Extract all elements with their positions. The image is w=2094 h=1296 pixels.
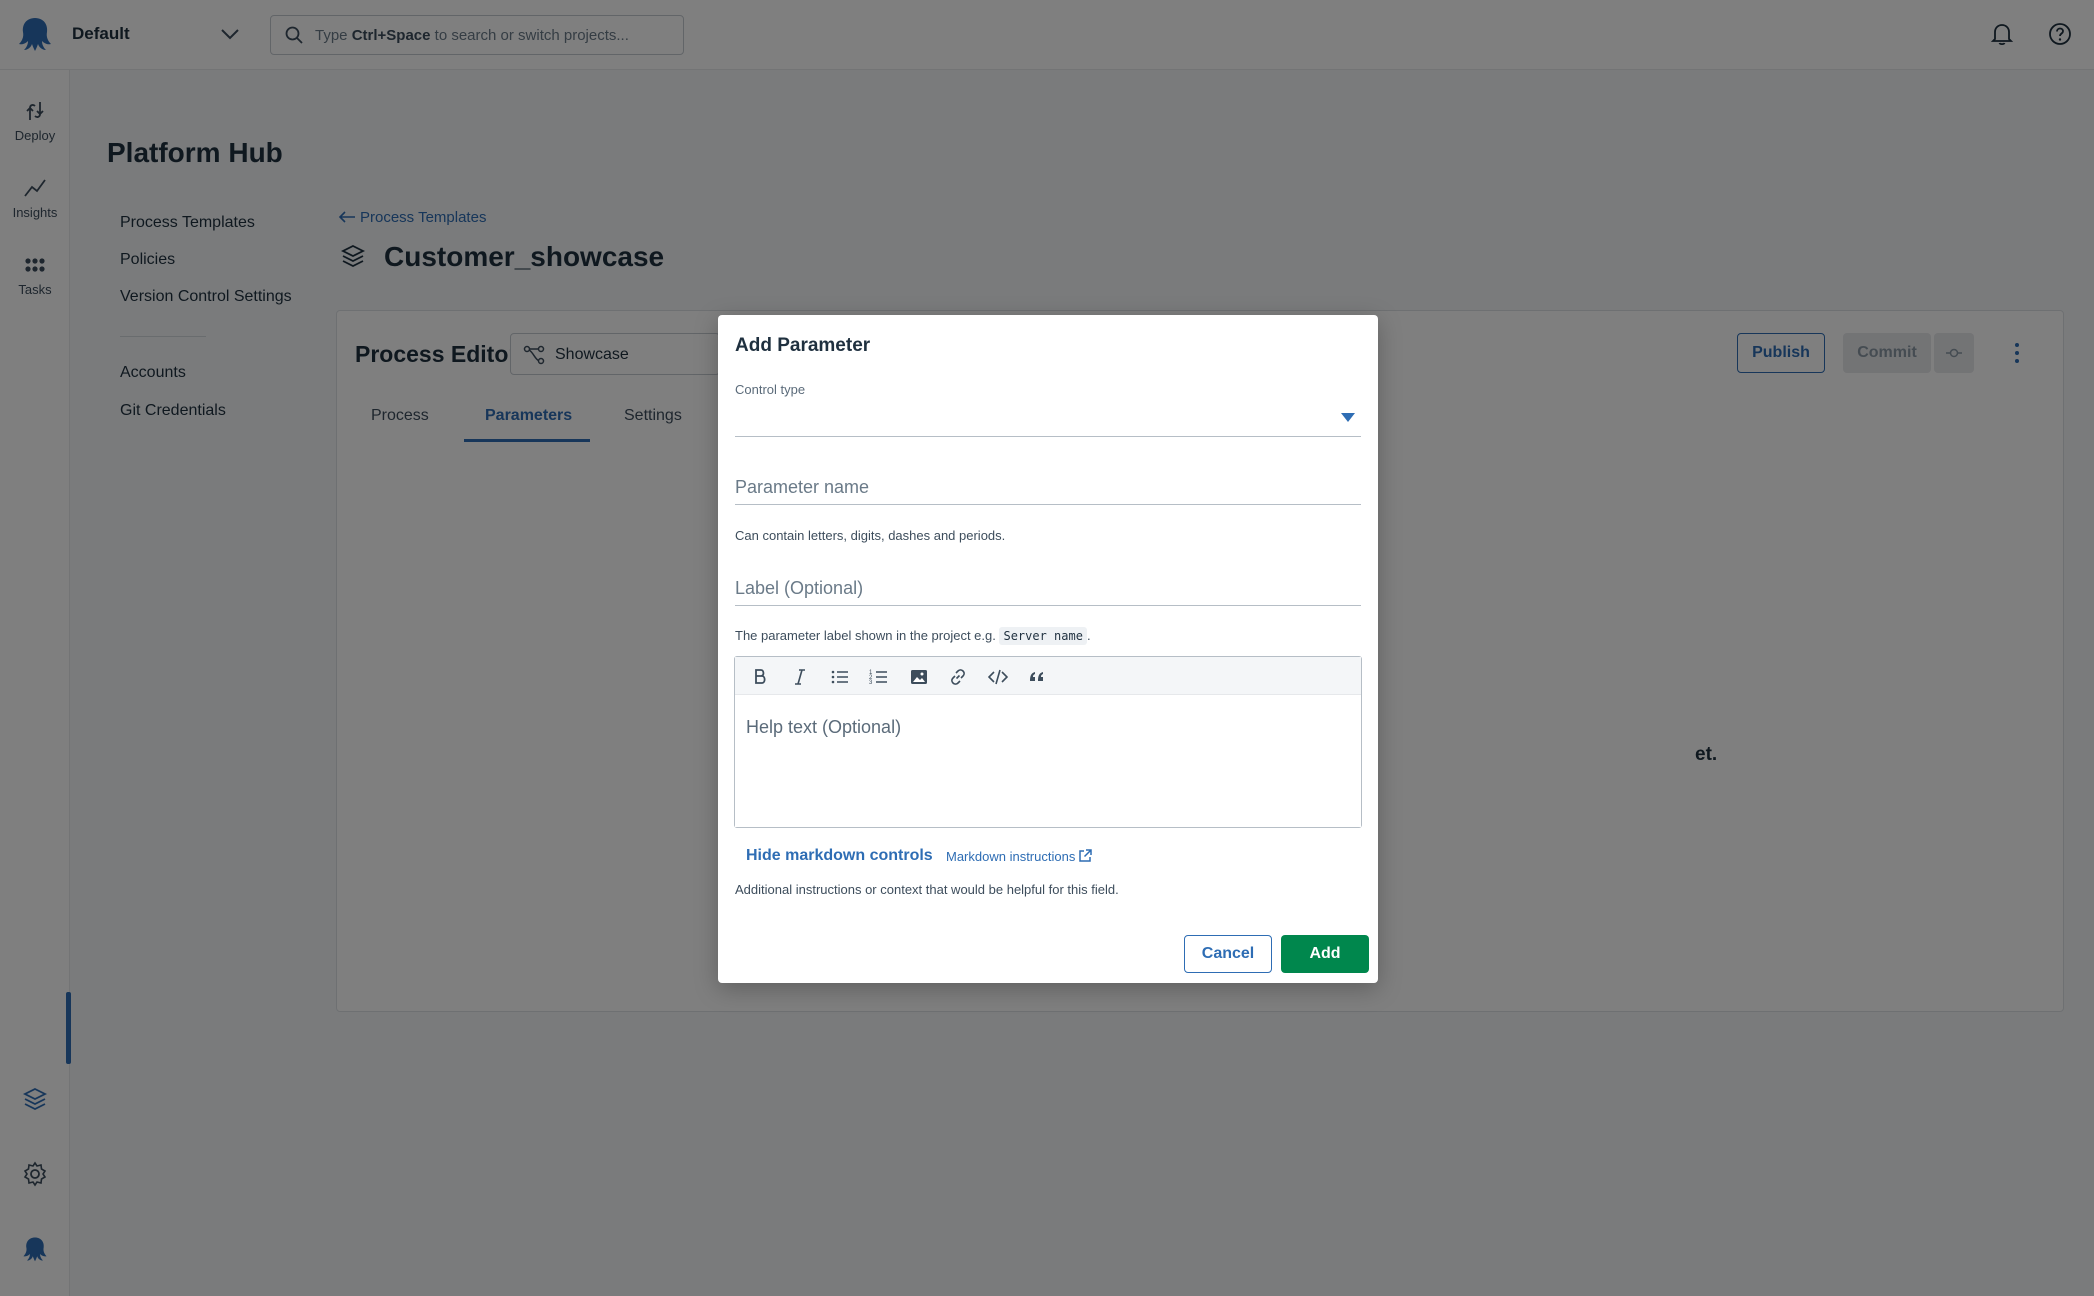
- bold-icon[interactable]: [750, 667, 770, 687]
- markdown-editor: 1 2 3: [734, 656, 1362, 828]
- help-text-hint: Additional instructions or context that …: [735, 882, 1119, 897]
- cancel-button[interactable]: Cancel: [1184, 935, 1272, 973]
- code-icon[interactable]: [988, 667, 1008, 687]
- external-link-icon: [1079, 849, 1093, 862]
- control-type-label: Control type: [735, 382, 806, 397]
- markdown-toolbar: 1 2 3: [735, 657, 1361, 695]
- label-hint: The parameter label shown in the project…: [735, 627, 1091, 645]
- parameter-name-hint: Can contain letters, digits, dashes and …: [735, 528, 1006, 543]
- label-input[interactable]: [735, 578, 1361, 599]
- bulleted-list-icon[interactable]: [830, 667, 850, 687]
- italic-icon[interactable]: [790, 667, 810, 687]
- quote-icon[interactable]: [1027, 667, 1047, 687]
- help-text-input[interactable]: [735, 695, 1361, 827]
- dialog-title: Add Parameter: [735, 335, 871, 356]
- svg-text:3: 3: [869, 680, 873, 686]
- label-example-code: Server name: [999, 627, 1087, 645]
- link-icon[interactable]: [948, 667, 968, 687]
- parameter-name-field[interactable]: [735, 465, 1361, 505]
- markdown-instructions-link[interactable]: Markdown instructions: [946, 849, 1093, 864]
- add-parameter-dialog: Add Parameter Control type Can contain l…: [718, 315, 1378, 983]
- label-field[interactable]: [735, 566, 1361, 606]
- add-button[interactable]: Add: [1281, 935, 1369, 973]
- caret-down-icon: [1341, 413, 1355, 422]
- hide-markdown-controls-button[interactable]: Hide markdown controls: [746, 847, 933, 865]
- parameter-name-input[interactable]: [735, 477, 1361, 498]
- image-icon[interactable]: [909, 667, 929, 687]
- control-type-select[interactable]: [735, 399, 1361, 437]
- numbered-list-icon[interactable]: 1 2 3: [869, 667, 889, 687]
